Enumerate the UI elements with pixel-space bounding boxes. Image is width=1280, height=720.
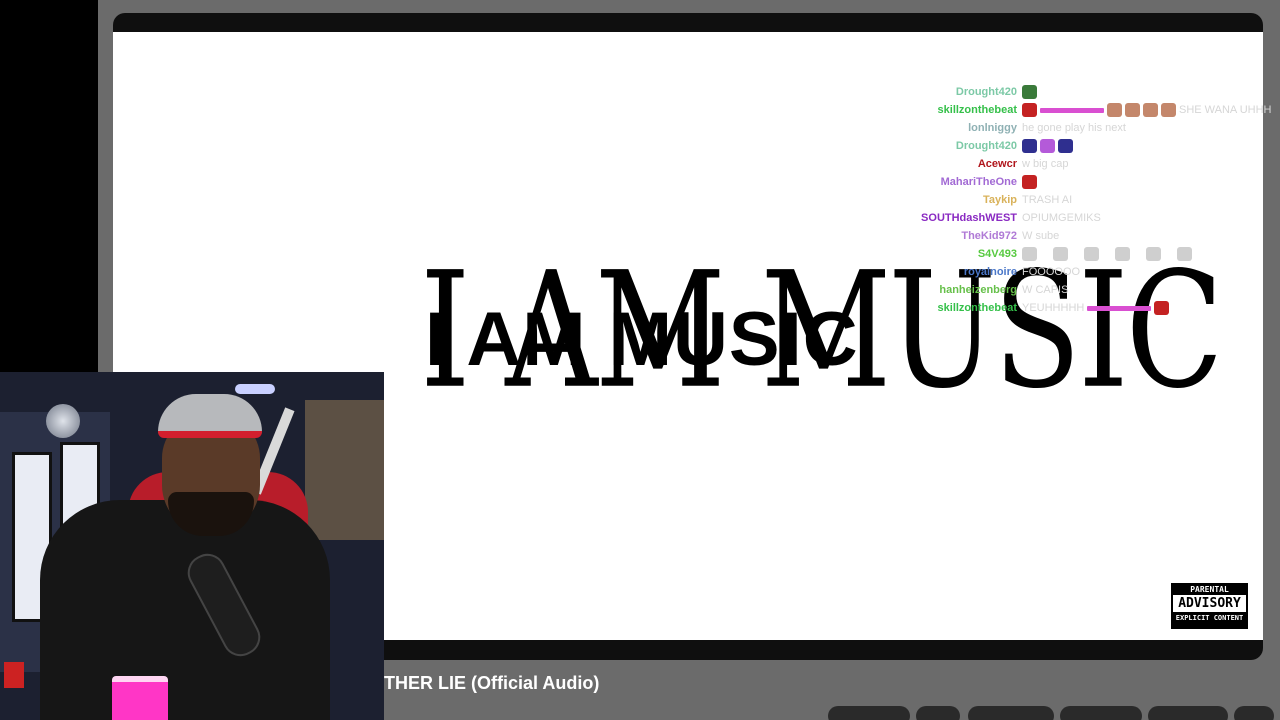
- advisory-mid-text: ADVISORY: [1173, 595, 1246, 612]
- pink-cup: [112, 676, 168, 720]
- streamer-body: [40, 500, 330, 720]
- webcam-overlay: [0, 372, 384, 720]
- dislike-button[interactable]: [916, 706, 960, 720]
- video-title-art-sans: I AM MUSIC: [425, 297, 859, 382]
- more-button[interactable]: [1234, 706, 1274, 720]
- streamer-cap: [158, 394, 262, 438]
- advisory-bottom-text: EXPLICIT CONTENT: [1175, 614, 1244, 622]
- left-black-strip: [0, 0, 98, 372]
- video-title[interactable]: THER LIE (Official Audio): [384, 673, 599, 694]
- webcam-window: [305, 400, 384, 540]
- parental-advisory-logo: PARENTAL ADVISORY EXPLICIT CONTENT: [1171, 583, 1248, 629]
- like-button[interactable]: [828, 706, 910, 720]
- webcam-light: [235, 384, 275, 394]
- disco-ball-icon: [46, 404, 80, 438]
- download-button[interactable]: [1060, 706, 1142, 720]
- red-cup: [4, 662, 24, 688]
- share-button[interactable]: [968, 706, 1054, 720]
- advisory-top-text: PARENTAL: [1173, 585, 1246, 595]
- save-button[interactable]: [1148, 706, 1228, 720]
